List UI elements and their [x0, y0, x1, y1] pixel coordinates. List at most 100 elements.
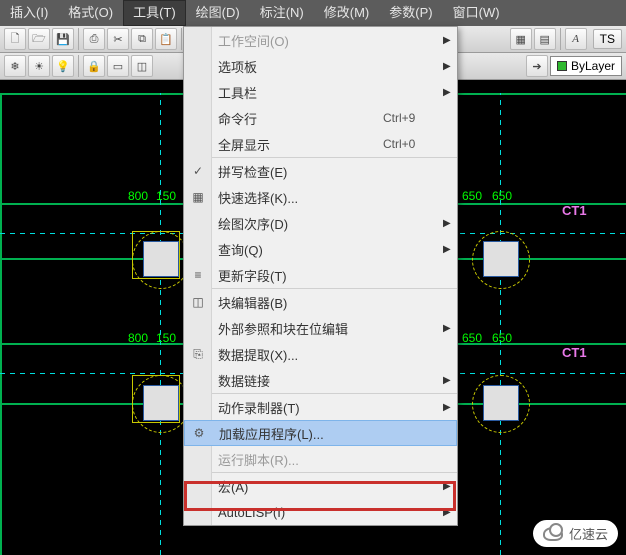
watermark: 亿速云 — [533, 520, 618, 547]
submenu-arrow-icon: ▶ — [443, 402, 457, 413]
menubar: 插入(I) 格式(O) 工具(T) 绘图(D) 标注(N) 修改(M) 参数(P… — [0, 0, 626, 26]
menu-item-label: 数据提取(X)... — [212, 345, 383, 364]
menu-item[interactable]: ▦快速选择(K)... — [184, 184, 457, 210]
menu-item-label: 选项板 — [212, 57, 383, 76]
menu-item[interactable]: 运行脚本(R)... — [184, 446, 457, 472]
menu-item[interactable]: ≡更新字段(T) — [184, 262, 457, 288]
dim-650-1: 650 — [462, 189, 482, 203]
ct1-label-1: CT1 — [562, 203, 587, 218]
column-block-1 — [143, 241, 179, 277]
column-block-2 — [483, 241, 519, 277]
menu-draw[interactable]: 绘图(D) — [186, 0, 250, 26]
table-icon[interactable]: ▤ — [534, 28, 556, 50]
menu-item[interactable]: 绘图次序(D) ▶ — [184, 210, 457, 236]
paste-icon[interactable]: 📋 — [155, 28, 177, 50]
text-style-icon[interactable]: A — [565, 28, 587, 50]
menu-item[interactable]: 工具栏 ▶ — [184, 79, 457, 105]
menu-item-icon: ⚙ — [185, 426, 213, 440]
bylayer-combo[interactable]: ByLayer — [550, 56, 622, 76]
menu-item-label: 宏(A) — [212, 477, 383, 496]
menu-item-shortcut: Ctrl+0 — [383, 137, 443, 151]
menu-item-label: 绘图次序(D) — [212, 214, 383, 233]
menu-item[interactable]: AutoLISP(I)▶ — [184, 499, 457, 525]
menu-item-label: 数据链接 — [212, 371, 383, 390]
menu-tools[interactable]: 工具(T) — [123, 0, 186, 26]
new-icon[interactable]: 🗋 — [4, 28, 26, 50]
menu-item-label: 拼写检查(E) — [212, 162, 383, 181]
menu-item[interactable]: ◫块编辑器(B) — [184, 289, 457, 315]
menu-item[interactable]: ⚙加载应用程序(L)... — [184, 420, 457, 446]
menu-item[interactable]: 工作空间(O)▶ — [184, 27, 457, 53]
submenu-arrow-icon: ▶ — [443, 61, 457, 72]
ts-label[interactable]: TS — [593, 29, 622, 49]
menu-item[interactable]: 查询(Q) ▶ — [184, 236, 457, 262]
dim-150-1: 150 — [156, 189, 176, 203]
menu-item-shortcut: Ctrl+9 — [383, 111, 443, 125]
menu-item-label: 外部参照和块在位编辑 — [212, 319, 383, 338]
bulb-icon[interactable]: 💡 — [52, 55, 74, 77]
dim-150-2: 150 — [156, 331, 176, 345]
grid-icon[interactable]: ▦ — [510, 28, 532, 50]
submenu-arrow-icon: ▶ — [443, 244, 457, 255]
dim-650-4: 650 — [492, 331, 512, 345]
cut-icon[interactable]: ✂ — [107, 28, 129, 50]
dim-800-2: 800 — [128, 331, 148, 345]
menu-item-label: 动作录制器(T) — [212, 398, 383, 417]
menu-item-label: 查询(Q) — [212, 240, 383, 259]
submenu-arrow-icon: ▶ — [443, 323, 457, 334]
menu-item[interactable]: 选项板 ▶ — [184, 53, 457, 79]
submenu-arrow-icon: ▶ — [443, 507, 457, 518]
separator — [78, 55, 79, 77]
menu-insert[interactable]: 插入(I) — [0, 0, 58, 26]
column-block-4 — [483, 385, 519, 421]
menu-item[interactable]: 外部参照和块在位编辑 ▶ — [184, 315, 457, 341]
menu-item[interactable]: 全屏显示Ctrl+0 — [184, 131, 457, 157]
layer-icon[interactable]: ❄ — [4, 55, 26, 77]
menu-item-icon: ◫ — [184, 295, 212, 309]
menu-item-icon: ⎘ — [184, 347, 212, 362]
menu-item-label: 命令行 — [212, 109, 383, 128]
menu-item[interactable]: 宏(A) ▶ — [184, 473, 457, 499]
menu-item-icon: ≡ — [184, 268, 212, 282]
menu-item[interactable]: 命令行Ctrl+9 — [184, 105, 457, 131]
separator — [181, 28, 182, 50]
bylayer-label: ByLayer — [571, 59, 615, 73]
menu-parametric[interactable]: 参数(P) — [379, 0, 442, 26]
menu-item[interactable]: 动作录制器(T) ▶ — [184, 394, 457, 420]
menu-item-label: 全屏显示 — [212, 135, 383, 154]
menu-item-label: 快速选择(K)... — [212, 188, 383, 207]
dim-650-3: 650 — [462, 331, 482, 345]
light-icon[interactable]: ☀ — [28, 55, 50, 77]
print-icon[interactable]: ⎙ — [83, 28, 105, 50]
submenu-arrow-icon: ▶ — [443, 87, 457, 98]
color-swatch — [557, 61, 567, 71]
menu-item-label: 运行脚本(R)... — [212, 450, 383, 469]
copy-icon[interactable]: ⧉ — [131, 28, 153, 50]
menu-item-label: 块编辑器(B) — [212, 293, 383, 312]
block-icon[interactable]: ◫ — [131, 55, 153, 77]
save-icon[interactable]: 💾 — [52, 28, 74, 50]
menu-item-label: 工具栏 — [212, 83, 383, 102]
menu-item[interactable]: 数据链接 ▶ — [184, 367, 457, 393]
menu-item[interactable]: ✓拼写检查(E) — [184, 158, 457, 184]
submenu-arrow-icon: ▶ — [443, 481, 457, 492]
menu-modify[interactable]: 修改(M) — [314, 0, 380, 26]
arrow-icon[interactable]: ➔ — [526, 55, 548, 77]
menu-item-icon: ✓ — [184, 164, 212, 178]
menu-dimension[interactable]: 标注(N) — [250, 0, 314, 26]
submenu-arrow-icon: ▶ — [443, 218, 457, 229]
ct1-label-2: CT1 — [562, 345, 587, 360]
menu-item-label: 工作空间(O) — [212, 31, 383, 50]
separator — [78, 28, 79, 50]
menu-item[interactable]: ⎘数据提取(X)... — [184, 341, 457, 367]
menu-format[interactable]: 格式(O) — [58, 0, 123, 26]
separator — [560, 28, 561, 50]
stack-icon[interactable]: ▭ — [107, 55, 129, 77]
dim-650-2: 650 — [492, 189, 512, 203]
cloud-icon — [543, 527, 563, 541]
lock-icon[interactable]: 🔒 — [83, 55, 105, 77]
open-icon[interactable]: 🗁 — [28, 28, 50, 50]
menu-item-icon: ▦ — [184, 190, 212, 204]
menu-window[interactable]: 窗口(W) — [443, 0, 510, 26]
submenu-arrow-icon: ▶ — [443, 375, 457, 386]
